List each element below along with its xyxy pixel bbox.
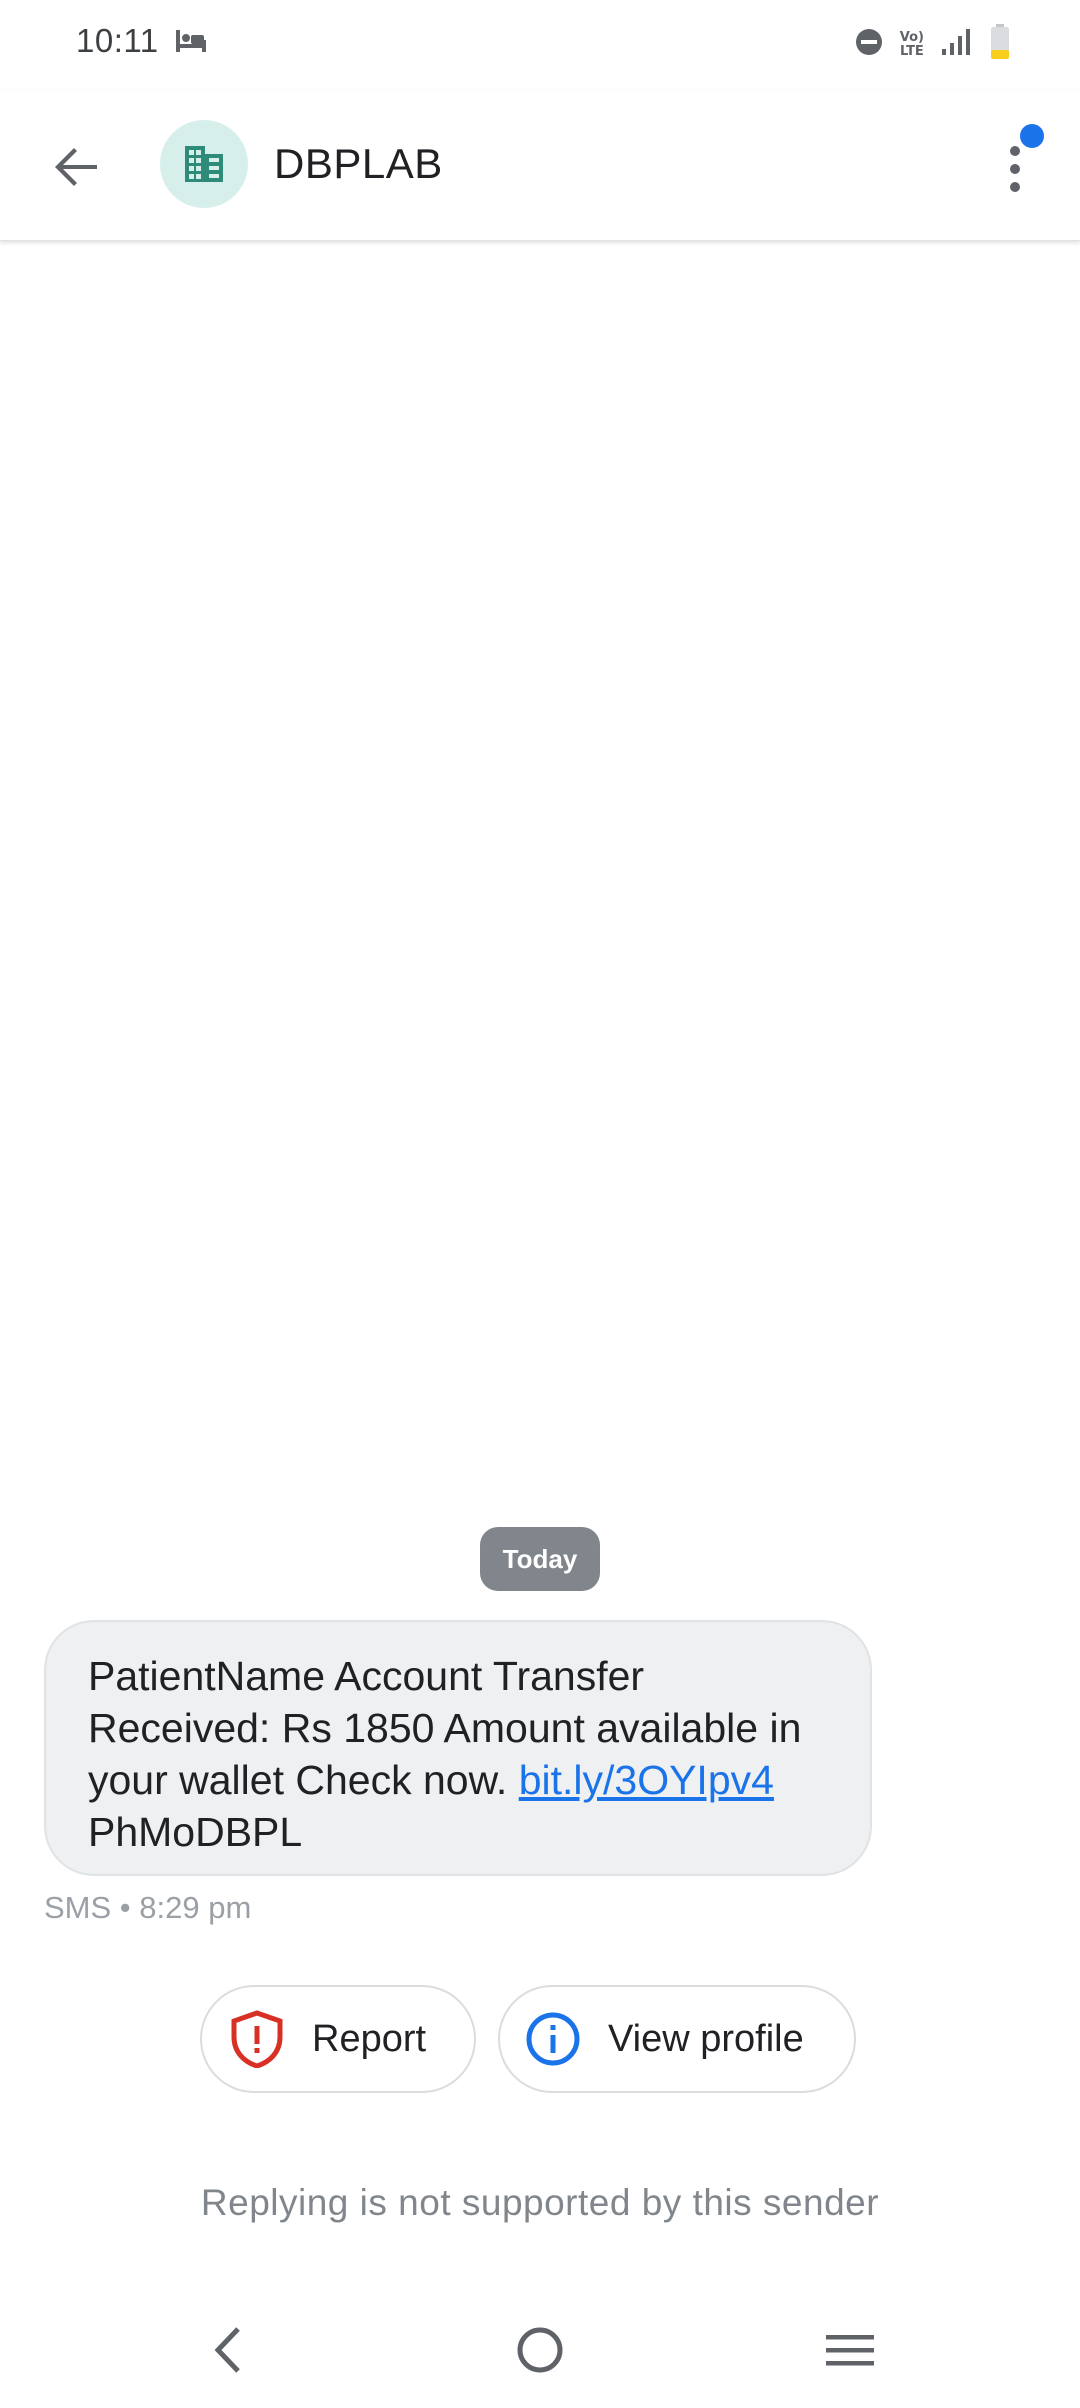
nav-recents-icon xyxy=(826,2335,874,2366)
volte-top-text: Vo) xyxy=(899,29,924,45)
more-options-button[interactable] xyxy=(980,124,1060,204)
volte-bottom-text: LTE xyxy=(899,43,924,59)
view-profile-button[interactable]: View profile xyxy=(498,1985,856,2093)
nav-recents-button[interactable] xyxy=(810,2310,890,2390)
building-icon xyxy=(185,146,223,182)
do-not-disturb-icon xyxy=(854,27,884,62)
status-bar: 10:11 Vo) LTE xyxy=(0,0,1080,90)
reply-not-supported-note: Replying is not supported by this sender xyxy=(200,2182,880,2223)
report-label: Report xyxy=(312,2017,427,2060)
message-link[interactable]: bit.ly/3OYIpv4 xyxy=(519,1757,774,1803)
info-icon xyxy=(524,2010,582,2068)
messages-screen: 10:11 Vo) LTE DBPLAB Today PatientName A… xyxy=(0,0,1080,2408)
message-text-after: PhMoDBPL xyxy=(88,1809,303,1855)
nav-back-button[interactable] xyxy=(188,2310,268,2390)
report-button[interactable]: Report xyxy=(200,1985,476,2093)
signal-icon xyxy=(940,27,974,62)
notification-badge xyxy=(1020,124,1044,148)
message-meta: SMS • 8:29 pm xyxy=(44,1890,252,1925)
system-navigation-bar xyxy=(0,2290,1080,2408)
bed-icon xyxy=(176,30,206,57)
battery-icon xyxy=(990,24,1010,65)
volte-icon: Vo) LTE xyxy=(899,29,924,59)
message-bubble[interactable]: PatientName Account Transfer Received: R… xyxy=(44,1620,872,1876)
app-bar: DBPLAB xyxy=(0,90,1080,241)
back-button[interactable] xyxy=(40,130,114,204)
date-divider: Today xyxy=(480,1527,600,1591)
nav-home-button[interactable] xyxy=(500,2310,580,2390)
view-profile-label: View profile xyxy=(608,2017,804,2060)
report-shield-icon xyxy=(228,2010,286,2068)
status-icons: Vo) LTE xyxy=(854,24,1010,65)
status-time: 10:11 xyxy=(76,22,159,59)
arrow-back-icon xyxy=(55,148,97,186)
avatar[interactable] xyxy=(160,120,248,208)
nav-back-icon xyxy=(214,2327,240,2373)
contact-name[interactable]: DBPLAB xyxy=(274,140,443,188)
nav-home-icon xyxy=(517,2327,563,2373)
